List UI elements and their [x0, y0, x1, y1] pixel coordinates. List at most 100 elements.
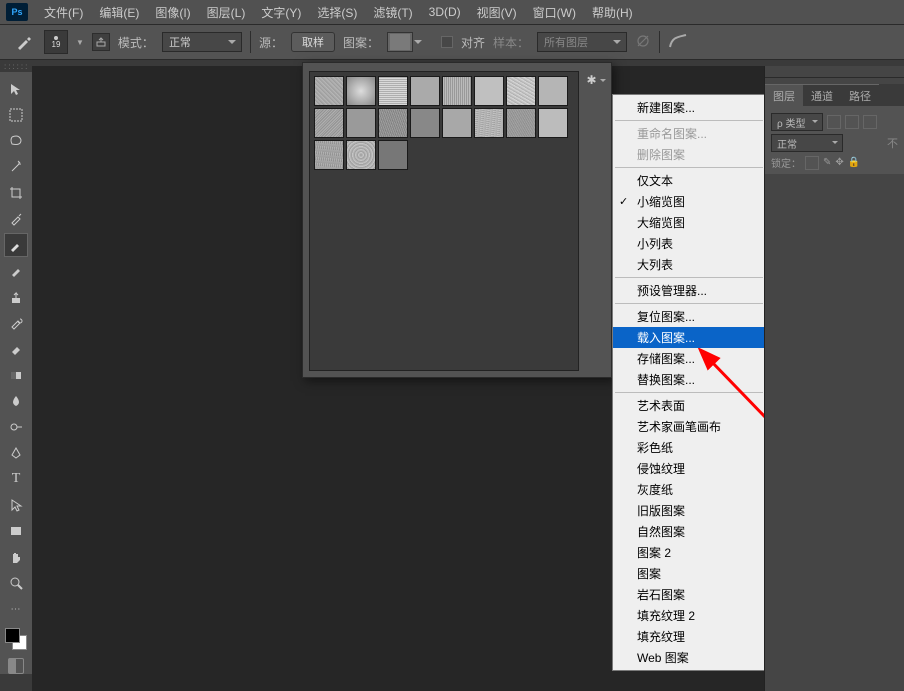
menu-3d[interactable]: 3D(D)	[421, 5, 469, 19]
pattern-thumb[interactable]	[346, 140, 376, 170]
flyout-small-list[interactable]: 小列表	[613, 233, 765, 254]
pattern-thumb[interactable]	[314, 108, 344, 138]
flyout-artist-surface[interactable]: 艺术表面	[613, 395, 765, 416]
flyout-rock-patterns[interactable]: 岩石图案	[613, 584, 765, 605]
pressure-toggle-icon[interactable]	[92, 33, 110, 51]
pattern-thumb[interactable]	[346, 108, 376, 138]
flyout-web-patterns[interactable]: Web 图案	[613, 647, 765, 668]
lock-pixels-icon[interactable]: ✎	[823, 157, 831, 168]
flyout-legacy-patterns[interactable]: 旧版图案	[613, 500, 765, 521]
menu-layer[interactable]: 图层(L)	[199, 4, 254, 21]
flyout-reset-patterns[interactable]: 复位图案...	[613, 306, 765, 327]
flyout-color-paper[interactable]: 彩色纸	[613, 437, 765, 458]
zoom-tool[interactable]	[4, 571, 28, 595]
color-swatch[interactable]	[5, 628, 27, 650]
flyout-small-thumb[interactable]: 小缩览图	[613, 191, 765, 212]
pattern-thumb[interactable]	[410, 108, 440, 138]
hand-tool[interactable]	[4, 545, 28, 569]
flyout-large-thumb[interactable]: 大缩览图	[613, 212, 765, 233]
shape-tool[interactable]	[4, 519, 28, 543]
pattern-thumb[interactable]	[506, 76, 536, 106]
eyedropper-tool[interactable]	[4, 207, 28, 231]
menu-image[interactable]: 图像(I)	[147, 4, 198, 21]
menu-file[interactable]: 文件(F)	[36, 4, 91, 21]
pattern-swatch-dropdown[interactable]	[387, 32, 413, 52]
edit-toolbar[interactable]: ⋯	[4, 597, 28, 621]
pattern-thumb[interactable]	[314, 140, 344, 170]
pattern-thumb[interactable]	[314, 76, 344, 106]
menu-filter[interactable]: 滤镜(T)	[365, 4, 420, 21]
ignore-adjustment-icon[interactable]	[635, 33, 651, 52]
menu-text[interactable]: 文字(Y)	[253, 4, 309, 21]
pattern-thumb[interactable]	[506, 108, 536, 138]
flyout-preset-manager[interactable]: 预设管理器...	[613, 280, 765, 301]
type-tool[interactable]: T	[4, 467, 28, 491]
brush-preset-picker[interactable]: 19	[44, 30, 68, 54]
tab-paths[interactable]: 路径	[841, 84, 879, 106]
crop-tool[interactable]	[4, 181, 28, 205]
lasso-tool[interactable]	[4, 129, 28, 153]
flyout-new-pattern[interactable]: 新建图案...	[613, 97, 765, 118]
flyout-save-patterns[interactable]: 存储图案...	[613, 348, 765, 369]
filter-adjust-icon[interactable]	[845, 115, 859, 129]
pattern-thumb[interactable]	[346, 76, 376, 106]
pattern-thumb[interactable]	[442, 76, 472, 106]
filter-pixel-icon[interactable]	[827, 115, 841, 129]
menu-edit[interactable]: 编辑(E)	[91, 4, 147, 21]
lock-all-icon[interactable]	[805, 156, 819, 170]
flyout-artist-brush-canvas[interactable]: 艺术家画笔画布	[613, 416, 765, 437]
flyout-fill-texture[interactable]: 填充纹理	[613, 626, 765, 647]
flyout-patterns[interactable]: 图案	[613, 563, 765, 584]
flyout-text-only[interactable]: 仅文本	[613, 170, 765, 191]
flyout-patterns2[interactable]: 图案 2	[613, 542, 765, 563]
pattern-grid[interactable]	[309, 71, 579, 371]
path-select-tool[interactable]	[4, 493, 28, 517]
pattern-thumb[interactable]	[538, 76, 568, 106]
flyout-replace-patterns[interactable]: 替换图案...	[613, 369, 765, 390]
tab-channels[interactable]: 通道	[803, 84, 841, 106]
menu-select[interactable]: 选择(S)	[309, 4, 365, 21]
blend-mode-layer-dropdown[interactable]: 正常	[771, 134, 843, 152]
filter-type-icon[interactable]	[863, 115, 877, 129]
history-brush-tool[interactable]	[4, 311, 28, 335]
brush-tool[interactable]	[4, 259, 28, 283]
flyout-load-patterns[interactable]: 载入图案...	[613, 327, 765, 348]
eraser-tool[interactable]	[4, 337, 28, 361]
pattern-thumb[interactable]	[378, 140, 408, 170]
pen-tool[interactable]	[4, 441, 28, 465]
pattern-thumb[interactable]	[538, 108, 568, 138]
marquee-tool[interactable]	[4, 103, 28, 127]
lock-icon[interactable]: 🔒	[848, 157, 860, 168]
flyout-large-list[interactable]: 大列表	[613, 254, 765, 275]
pattern-thumb[interactable]	[378, 76, 408, 106]
clone-stamp-tool[interactable]	[4, 285, 28, 309]
healing-brush-icon[interactable]	[12, 30, 36, 54]
move-tool[interactable]	[4, 77, 28, 101]
menu-view[interactable]: 视图(V)	[469, 4, 525, 21]
dodge-tool[interactable]	[4, 415, 28, 439]
sample-button[interactable]: 取样	[291, 32, 335, 52]
pressure-size-icon[interactable]	[668, 33, 688, 52]
healing-brush-tool[interactable]	[4, 233, 28, 257]
gradient-tool[interactable]	[4, 363, 28, 387]
flyout-nature-patterns[interactable]: 自然图案	[613, 521, 765, 542]
menu-window[interactable]: 窗口(W)	[525, 4, 584, 21]
flyout-erode-texture[interactable]: 侵蚀纹理	[613, 458, 765, 479]
pattern-thumb[interactable]	[474, 76, 504, 106]
tab-layers[interactable]: 图层	[765, 84, 803, 106]
aligned-checkbox[interactable]	[441, 36, 453, 48]
pattern-thumb[interactable]	[442, 108, 472, 138]
pattern-thumb[interactable]	[474, 108, 504, 138]
pattern-flyout-gear-icon[interactable]: ✱	[587, 71, 605, 89]
lock-position-icon[interactable]: ✥	[835, 157, 843, 168]
quickmask-toggle[interactable]	[8, 658, 24, 674]
pattern-thumb[interactable]	[378, 108, 408, 138]
wand-tool[interactable]	[4, 155, 28, 179]
flyout-gray-paper[interactable]: 灰度纸	[613, 479, 765, 500]
blur-tool[interactable]	[4, 389, 28, 413]
pattern-thumb[interactable]	[410, 76, 440, 106]
sample-layers-dropdown[interactable]: 所有图层	[537, 32, 627, 52]
menu-help[interactable]: 帮助(H)	[584, 4, 641, 21]
blend-mode-dropdown[interactable]: 正常	[162, 32, 242, 52]
flyout-fill-texture2[interactable]: 填充纹理 2	[613, 605, 765, 626]
